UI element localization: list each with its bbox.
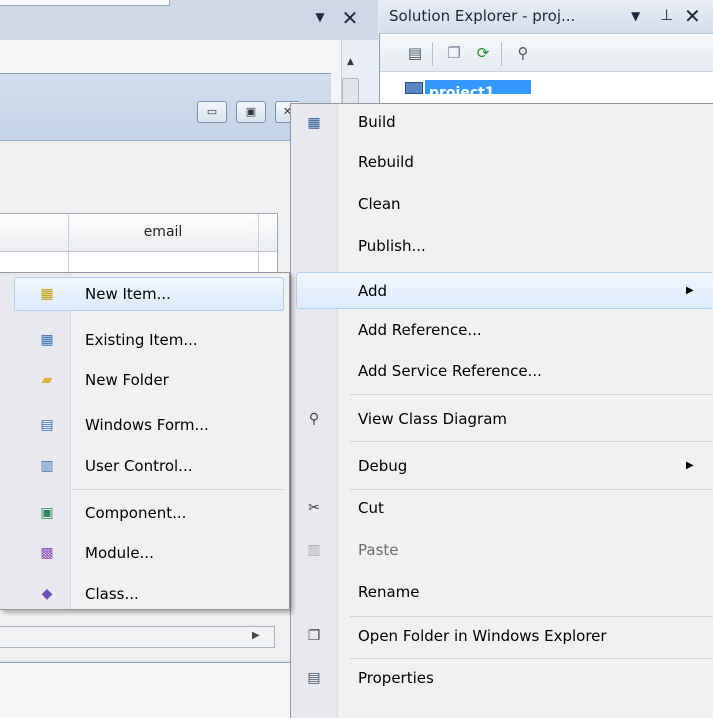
menu-item-view-class-diagram[interactable]: ⚲ View Class Diagram: [291, 403, 713, 435]
minimize-icon[interactable]: ▭: [197, 101, 227, 123]
menu-separator: [72, 489, 284, 490]
new-folder-icon: ▰: [41, 372, 53, 388]
refresh-icon[interactable]: ⟳: [472, 42, 494, 64]
menu-item-rename[interactable]: Rename: [291, 576, 713, 608]
menu-item-add-reference[interactable]: Add Reference...: [291, 314, 713, 346]
clipboard-icon: ▥: [307, 542, 321, 558]
user-control-icon: ▥: [40, 458, 54, 474]
menu-separator: [350, 616, 713, 617]
menu-item-add-service-reference[interactable]: Add Service Reference...: [291, 355, 713, 387]
grid-column-divider: [68, 214, 69, 272]
submenu-item-new-folder[interactable]: ▰ New Folder: [14, 364, 284, 396]
submenu-item-component[interactable]: ▣ Component...: [14, 497, 284, 529]
menu-separator: [350, 489, 713, 490]
menu-item-paste[interactable]: ▥ Paste: [291, 534, 713, 566]
build-icon: ▦: [307, 115, 321, 131]
submenu-arrow-icon: ▶: [686, 460, 694, 471]
menu-item-add[interactable]: Add ▶: [291, 275, 713, 307]
class-diagram-icon: ⚲: [308, 411, 320, 427]
menu-separator: [350, 658, 713, 659]
submenu-item-user-control[interactable]: ▥ User Control...: [14, 450, 284, 482]
submenu-item-windows-form[interactable]: ▤ Windows Form...: [14, 409, 284, 441]
menu-separator: [350, 394, 713, 395]
toolbar-separator: [432, 42, 433, 66]
submenu-item-new-item[interactable]: ▦ New Item...: [14, 278, 284, 310]
menu-item-debug[interactable]: Debug ▶: [291, 450, 713, 482]
tree-node-project[interactable]: project1: [425, 80, 531, 94]
menu-item-properties[interactable]: ▤ Properties: [291, 662, 713, 694]
solution-explorer-title: Solution Explorer - proj...: [389, 7, 576, 25]
dropdown-arrow-icon[interactable]: ▼: [631, 9, 640, 23]
view-class-diagram-icon[interactable]: ⚲: [512, 42, 534, 64]
new-item-icon: ▦: [40, 286, 54, 302]
submenu-item-existing-item[interactable]: ▦ Existing Item...: [14, 324, 284, 356]
submenu-arrow-icon: ▶: [686, 285, 694, 296]
horizontal-scrollbar[interactable]: [0, 626, 275, 648]
scroll-up-icon[interactable]: ▲: [343, 54, 358, 70]
open-folder-icon: ❐: [307, 628, 321, 644]
pin-icon[interactable]: ⊥: [660, 6, 673, 24]
close-icon[interactable]: ✕: [684, 4, 701, 28]
class-icon: ◆: [41, 586, 53, 602]
menu-item-open-folder[interactable]: ❐ Open Folder in Windows Explorer: [291, 620, 713, 652]
scissors-icon: ✂: [308, 500, 320, 516]
menu-item-clean[interactable]: Clean: [291, 188, 713, 220]
solution-explorer-toolbar: [380, 35, 713, 72]
show-all-files-icon[interactable]: ❐: [443, 42, 465, 64]
project-icon: [405, 82, 423, 94]
menu-separator: [350, 441, 713, 442]
properties-icon: ▤: [307, 670, 321, 686]
grid-column-header-email[interactable]: email: [70, 224, 256, 240]
menu-item-rebuild[interactable]: Rebuild: [291, 146, 713, 178]
windows-form-icon: ▤: [40, 417, 54, 433]
submenu-item-class[interactable]: ◆ Class...: [14, 578, 284, 610]
existing-item-icon: ▦: [40, 332, 54, 348]
menu-item-publish[interactable]: Publish...: [291, 230, 713, 262]
module-icon: ▩: [40, 545, 54, 561]
toolbar-separator: [501, 42, 502, 66]
component-icon: ▣: [40, 505, 54, 521]
submenu-item-module[interactable]: ▩ Module...: [14, 537, 284, 569]
grid-column-divider: [258, 214, 259, 272]
document-tab[interactable]: [0, 0, 170, 6]
document-list-dropdown-icon[interactable]: ▼: [313, 10, 327, 26]
scroll-right-icon[interactable]: ▶: [252, 630, 266, 641]
menu-item-build[interactable]: ▦ Build: [291, 104, 713, 142]
menu-item-cut[interactable]: ✂ Cut: [291, 492, 713, 524]
close-document-icon[interactable]: ✕: [339, 6, 361, 30]
maximize-icon[interactable]: ▣: [236, 101, 266, 123]
properties-icon[interactable]: ▤: [404, 42, 426, 64]
